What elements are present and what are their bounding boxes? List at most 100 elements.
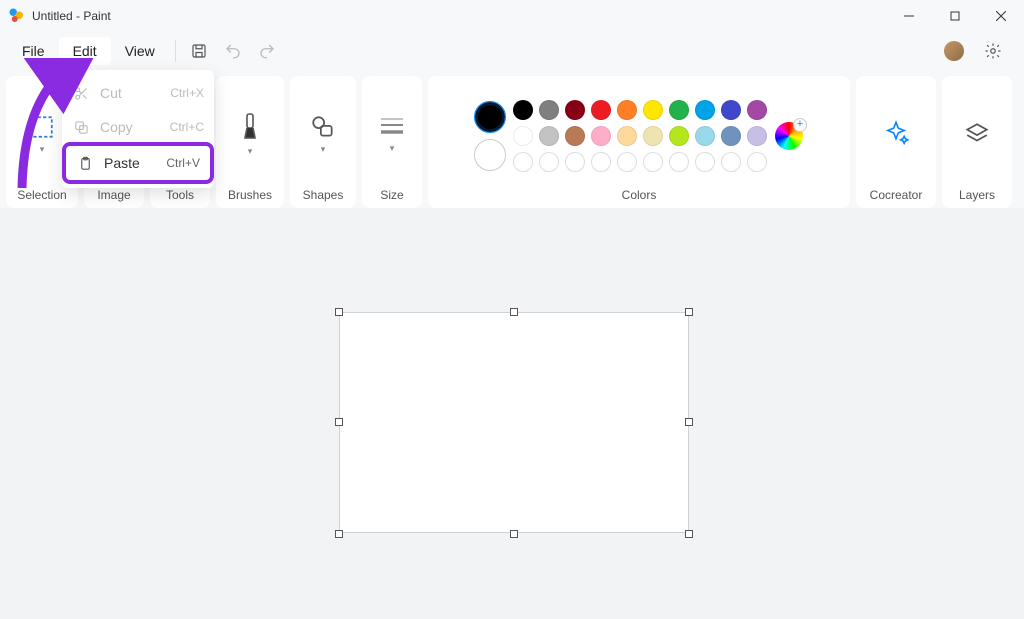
menu-cut-label: Cut: [100, 85, 160, 101]
color-swatch-empty[interactable]: [617, 152, 637, 172]
resize-handle[interactable]: [335, 308, 343, 316]
color-swatch[interactable]: [669, 126, 689, 146]
resize-handle[interactable]: [685, 308, 693, 316]
gear-icon: [984, 42, 1002, 60]
color-swatch-empty[interactable]: [747, 152, 767, 172]
color-swatch[interactable]: [721, 126, 741, 146]
color-swatch[interactable]: [669, 100, 689, 120]
menu-paste[interactable]: Paste Ctrl+V: [66, 146, 210, 180]
resize-handle[interactable]: [685, 530, 693, 538]
color-swatch-empty[interactable]: [695, 152, 715, 172]
select-icon: [29, 114, 55, 140]
color-swatch[interactable]: [695, 126, 715, 146]
brush-icon: [238, 112, 262, 142]
color-swatch-empty[interactable]: [669, 152, 689, 172]
brush-tool[interactable]: ▾: [230, 108, 270, 161]
stroke-size-icon: [379, 115, 405, 139]
redo-button[interactable]: [250, 35, 284, 67]
color-swatch-empty[interactable]: [539, 152, 559, 172]
undo-button[interactable]: [216, 35, 250, 67]
layers-icon: [964, 121, 990, 147]
color-swatch[interactable]: [591, 100, 611, 120]
shapes-tool[interactable]: ▾: [302, 110, 344, 159]
menu-cut[interactable]: Cut Ctrl+X: [62, 76, 214, 110]
color-swatch[interactable]: [747, 126, 767, 146]
menu-file[interactable]: File: [8, 37, 59, 65]
window-title: Untitled - Paint: [32, 9, 111, 23]
title-bar: Untitled - Paint: [0, 0, 1024, 32]
resize-handle[interactable]: [335, 530, 343, 538]
color-swatch[interactable]: [513, 126, 533, 146]
chevron-down-icon: ▾: [321, 144, 326, 155]
color-swatch[interactable]: [591, 126, 611, 146]
group-shapes: ▾ Shapes: [290, 76, 356, 208]
layers-button[interactable]: [956, 117, 998, 151]
group-size-label: Size: [380, 182, 403, 204]
group-size: ▾ Size: [362, 76, 422, 208]
resize-handle[interactable]: [335, 418, 343, 426]
size-tool[interactable]: ▾: [371, 111, 413, 158]
group-brushes: ▾ Brushes: [216, 76, 284, 208]
resize-handle[interactable]: [685, 418, 693, 426]
color-swatch-empty[interactable]: [591, 152, 611, 172]
chevron-down-icon: ▾: [248, 146, 253, 157]
color-swatch-empty[interactable]: [565, 152, 585, 172]
group-shapes-label: Shapes: [303, 182, 344, 204]
color-1[interactable]: [475, 102, 505, 132]
chevron-down-icon: ▾: [390, 143, 395, 154]
color-swatch[interactable]: [565, 100, 585, 120]
color-2[interactable]: [475, 140, 505, 170]
resize-handle[interactable]: [510, 308, 518, 316]
color-swatch-empty[interactable]: [643, 152, 663, 172]
maximize-button[interactable]: [932, 0, 978, 32]
menu-copy-shortcut: Ctrl+C: [170, 120, 204, 134]
scissors-icon: [72, 86, 90, 101]
group-colors: Colors: [428, 76, 850, 208]
group-selection-label: Selection: [17, 182, 66, 204]
color-swatch[interactable]: [539, 100, 559, 120]
group-layers-label: Layers: [959, 182, 995, 204]
color-swatch[interactable]: [695, 100, 715, 120]
color-swatch-empty[interactable]: [721, 152, 741, 172]
group-cocreator: Cocreator: [856, 76, 936, 208]
group-layers: Layers: [942, 76, 1012, 208]
menu-copy[interactable]: Copy Ctrl+C: [62, 110, 214, 144]
save-button[interactable]: [182, 35, 216, 67]
color-swatch[interactable]: [617, 126, 637, 146]
menu-paste-label: Paste: [104, 155, 156, 171]
menu-copy-label: Copy: [100, 119, 160, 135]
redo-icon: [258, 42, 276, 60]
color-swatch[interactable]: [565, 126, 585, 146]
color-swatch[interactable]: [721, 100, 741, 120]
user-avatar[interactable]: [944, 41, 964, 61]
color-swatch[interactable]: [513, 100, 533, 120]
color-swatch[interactable]: [643, 126, 663, 146]
group-cocreator-label: Cocreator: [870, 182, 923, 204]
menu-view[interactable]: View: [111, 37, 169, 65]
chevron-down-icon: ▾: [40, 144, 45, 155]
edit-colors-button[interactable]: [775, 122, 803, 150]
cocreator-button[interactable]: [874, 116, 918, 152]
close-button[interactable]: [978, 0, 1024, 32]
color-palette: [513, 100, 767, 172]
undo-icon: [224, 42, 242, 60]
selection-tool[interactable]: ▾: [21, 110, 63, 159]
color-swatch[interactable]: [617, 100, 637, 120]
settings-button[interactable]: [976, 35, 1010, 67]
canvas[interactable]: [339, 312, 689, 533]
shapes-icon: [310, 114, 336, 140]
copy-icon: [72, 120, 90, 135]
menu-paste-shortcut: Ctrl+V: [166, 156, 200, 170]
color-swatch[interactable]: [747, 100, 767, 120]
resize-handle[interactable]: [510, 530, 518, 538]
minimize-button[interactable]: [886, 0, 932, 32]
menu-divider: [175, 40, 176, 62]
color-swatch[interactable]: [539, 126, 559, 146]
sparkle-icon: [882, 120, 910, 148]
menu-edit[interactable]: Edit: [59, 37, 111, 65]
group-brushes-label: Brushes: [228, 182, 272, 204]
color-swatch[interactable]: [643, 100, 663, 120]
group-colors-label: Colors: [622, 182, 657, 204]
color-swatch-empty[interactable]: [513, 152, 533, 172]
menu-cut-shortcut: Ctrl+X: [170, 86, 204, 100]
